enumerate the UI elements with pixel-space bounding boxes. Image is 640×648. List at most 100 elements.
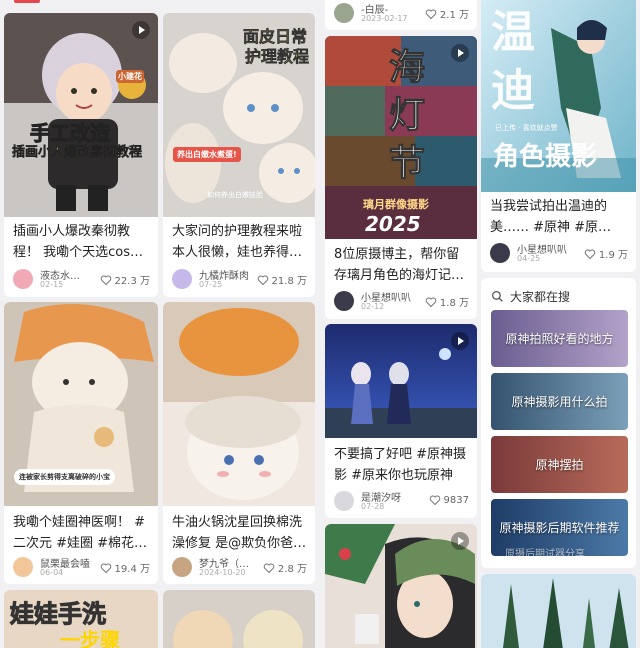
card-meta: 小星想叭叭 04-25 1.9 万 xyxy=(490,240,628,266)
search-suggestion-chip[interactable]: 原神拍照好看的地方 xyxy=(491,310,628,367)
card-thumbnail[interactable] xyxy=(325,324,477,438)
avatar[interactable] xyxy=(334,291,354,311)
card-thumbnail[interactable] xyxy=(163,302,315,506)
card-thumbnail[interactable]: 面皮日常 护理教程 养出白嫩水煮蛋! 如何养出白嫩娃脸 xyxy=(163,13,315,217)
card-meta: -白辰- 2023-02-17 2.1 万 xyxy=(334,0,469,26)
overlay-sticker: 连被家长剪得支离破碎的小宝 xyxy=(14,469,115,485)
card-thumbnail[interactable] xyxy=(325,524,477,648)
card-meta: 液态水… 02-15 22.3 万 xyxy=(13,266,150,292)
avatar[interactable] xyxy=(334,3,354,23)
feed-card[interactable] xyxy=(163,590,315,648)
card-title[interactable]: 8位原摄博主，帮你留存璃月角色的海灯记… xyxy=(334,244,469,286)
feed-card[interactable]: 海 灯 节 璃月群像摄影 2025 8位原摄博主，帮你留存璃月角色的海灯记… 小… xyxy=(325,36,477,319)
feed-card[interactable]: 小建花 手工改造 插画小人爆改秦彻教程 插画小人爆改秦彻教程！ 我嘞个天选cos… xyxy=(4,13,158,297)
like-count[interactable]: 1.8 万 xyxy=(425,294,469,309)
forest-artwork xyxy=(481,574,636,648)
feed-card[interactable]: 温 迪 已上传 · 喜欢就点赞 角色摄影 当我尝试拍出温迪的美…… #原神 #原… xyxy=(481,0,636,272)
search-suggestion-chip[interactable]: 原神摆拍 xyxy=(491,436,628,493)
search-icon xyxy=(491,290,503,302)
feed-card[interactable]: 不要搞了好吧 #原神摄影 #原来你也玩原神 … 是潮汐呀 07-28 9837 xyxy=(325,324,477,518)
search-suggestion-label: 原神摄影用什么拍 xyxy=(511,395,608,409)
search-suggestion-label: 原神摄影后期软件推荐 xyxy=(499,521,620,535)
overlay-badge: 小建花 xyxy=(116,70,144,83)
feed-card[interactable]: -白辰- 2023-02-17 2.1 万 xyxy=(325,0,477,30)
post-date: 04-25 xyxy=(517,254,541,263)
overlay-title-line-3: 角色摄影 xyxy=(493,142,598,172)
like-count[interactable]: 19.4 万 xyxy=(100,560,150,575)
card-title[interactable]: 大家问的护理教程来啦 本人很懒，娃也养得… xyxy=(172,221,307,263)
video-play-icon xyxy=(451,44,469,62)
plush-repair-artwork xyxy=(163,302,315,506)
overlay-title-line-1: 温 xyxy=(491,7,535,58)
avatar[interactable] xyxy=(172,269,192,289)
feed-card[interactable]: 连被家长剪得支离破碎的小宝 我嘞个娃圈神医啊！ #二次元 #娃圈 #棉花… 鼠栗… xyxy=(4,302,158,584)
top-indicator xyxy=(14,0,40,3)
video-play-icon xyxy=(451,532,469,550)
like-count[interactable]: 1.9 万 xyxy=(584,246,628,261)
card-meta: 鼠栗最会嗑 06-04 19.4 万 xyxy=(13,554,150,580)
like-count[interactable]: 22.3 万 xyxy=(100,272,150,287)
like-count-value: 1.9 万 xyxy=(598,250,628,261)
post-date: 02-15 xyxy=(40,280,64,289)
like-count[interactable]: 21.8 万 xyxy=(257,272,307,287)
doll-artwork xyxy=(4,13,158,217)
like-count[interactable]: 9837 xyxy=(429,494,469,506)
feed-card[interactable]: 牛油火锅沈星回换棉洗澡修复 是@欺负你爸… 梦九爷（… 2024-10-20 2… xyxy=(163,302,315,584)
avatar[interactable] xyxy=(13,557,33,577)
heart-icon xyxy=(263,562,275,573)
card-title[interactable]: 牛油火锅沈星回换棉洗澡修复 是@欺负你爸… xyxy=(172,512,307,554)
avatar[interactable] xyxy=(13,269,33,289)
heart-icon xyxy=(425,296,437,307)
post-date: 07-25 xyxy=(199,280,223,289)
feed-card[interactable]: 娃娃手洗 一步骤 xyxy=(4,590,158,648)
card-thumbnail[interactable]: 连被家长剪得支离破碎的小宝 xyxy=(4,302,158,506)
card-meta: 九橘炸酥肉 07-25 21.8 万 xyxy=(172,266,307,292)
card-thumbnail[interactable]: 海 灯 节 璃月群像摄影 2025 xyxy=(325,36,477,239)
card-title[interactable]: 插画小人爆改秦彻教程！ 我嘞个天选cos… xyxy=(13,221,150,263)
heart-icon xyxy=(100,274,111,285)
overlay-caption: 如何养出白嫩娃脸 xyxy=(207,191,263,199)
card-thumbnail[interactable]: 温 迪 已上传 · 喜欢就点赞 角色摄影 xyxy=(481,0,636,192)
overlay-title-line-2: 灯 xyxy=(388,95,426,137)
avatar[interactable] xyxy=(490,243,510,263)
search-suggestion-label: 原神拍照好看的地方 xyxy=(505,332,614,346)
overlay-title-line-3: 节 xyxy=(388,143,426,185)
post-date: 06-04 xyxy=(40,568,64,577)
video-play-icon xyxy=(132,21,150,39)
avatar[interactable] xyxy=(334,491,354,511)
search-suggestion-caption: 原摄后期试器分享 xyxy=(505,549,585,556)
trending-search-header: 大家都在搜 xyxy=(491,288,570,305)
overlay-title-line-1: 海 xyxy=(388,47,426,89)
post-date: 2023-02-17 xyxy=(361,14,408,23)
heart-icon xyxy=(584,248,596,259)
card-meta: 梦九爷（… 2024-10-20 2.8 万 xyxy=(172,554,307,580)
feed-card[interactable] xyxy=(325,524,477,648)
card-title[interactable]: 我嘞个娃圈神医啊！ #二次元 #娃圈 #棉花… xyxy=(13,512,150,554)
feed-card[interactable] xyxy=(481,574,636,648)
like-count-value: 21.8 万 xyxy=(271,276,307,287)
card-thumbnail[interactable]: 娃娃手洗 一步骤 xyxy=(4,590,158,648)
trending-search-heading: 大家都在搜 xyxy=(510,290,571,304)
like-count[interactable]: 2.8 万 xyxy=(263,560,307,575)
search-suggestion-chip[interactable]: 原神摄影后期软件推荐 原摄后期试器分享 xyxy=(491,499,628,556)
search-suggestion-label: 原神摆拍 xyxy=(535,458,584,472)
overlay-title-line-2: 护理教程 xyxy=(244,47,310,67)
card-meta: 是潮汐呀 07-28 9837 xyxy=(334,488,469,514)
like-count[interactable]: 2.1 万 xyxy=(425,6,469,21)
dolls-artwork xyxy=(163,590,315,648)
card-thumbnail[interactable] xyxy=(481,574,636,648)
card-thumbnail[interactable]: 小建花 手工改造 插画小人爆改秦彻教程 xyxy=(4,13,158,217)
video-play-icon xyxy=(451,332,469,350)
overlay-caption: 璃月群像摄影 xyxy=(363,198,429,211)
feed-card[interactable]: 面皮日常 护理教程 养出白嫩水煮蛋! 如何养出白嫩娃脸 大家问的护理教程来啦 本… xyxy=(163,13,315,297)
heart-icon xyxy=(100,562,111,573)
card-thumbnail[interactable] xyxy=(163,590,315,648)
like-count-value: 2.8 万 xyxy=(277,564,307,575)
overlay-caption: 已上传 · 喜欢就点赞 xyxy=(495,124,558,132)
avatar[interactable] xyxy=(172,557,192,577)
like-count-value: 1.8 万 xyxy=(439,298,469,309)
search-suggestion-chip[interactable]: 原神摄影用什么拍 xyxy=(491,373,628,430)
card-title[interactable]: 当我尝试拍出温迪的美…… #原神 #原… xyxy=(490,196,628,238)
card-title[interactable]: 不要搞了好吧 #原神摄影 #原来你也玩原神 … xyxy=(334,444,469,486)
overlay-sticker: 养出白嫩水煮蛋! xyxy=(173,147,241,162)
